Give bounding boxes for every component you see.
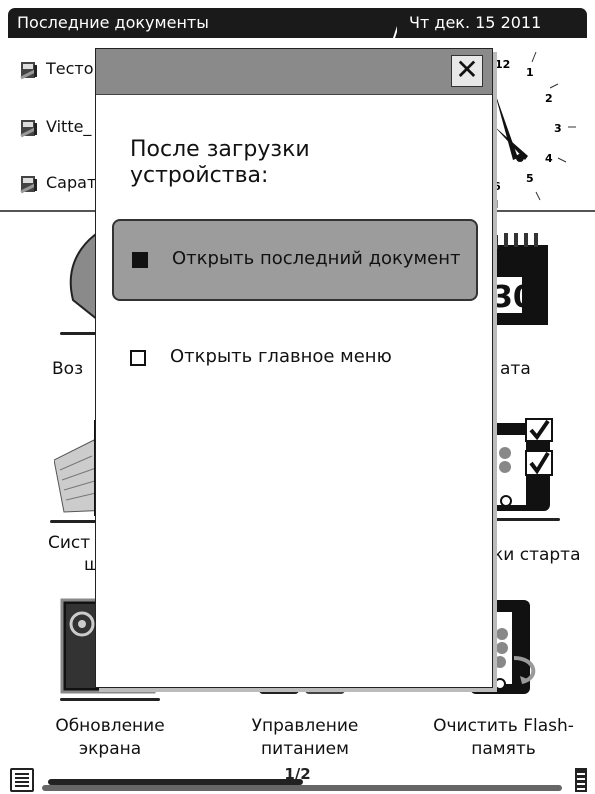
clock-numeral: 2	[545, 92, 553, 105]
clock-numeral: 12	[495, 58, 510, 71]
book-reader-icon	[20, 175, 37, 193]
tile-label-line1: Управление	[251, 716, 359, 736]
recent-document-item[interactable]: Vitte_	[18, 112, 91, 142]
tile-label-line1: Обновление	[55, 716, 165, 736]
close-button[interactable]: ✕	[451, 55, 483, 87]
document-title: Vitte_	[46, 117, 92, 136]
battery-status-icon	[575, 768, 587, 792]
startup-dialog: ✕ После загрузки устройства: Открыть пос…	[95, 48, 493, 688]
date-display: Чт дек. 15 2011	[395, 8, 587, 38]
document-title: Тесто	[46, 59, 94, 78]
calendar-number: 30	[492, 280, 534, 315]
page-indicator: 1/2	[284, 765, 311, 783]
dialog-header: ✕	[96, 49, 492, 95]
document-title: Сарат	[46, 173, 97, 192]
tile-label-line2: питанием	[261, 739, 349, 759]
recent-document-item[interactable]: Тесто	[18, 54, 94, 84]
tile-label: ата	[500, 359, 531, 379]
option-open-last-document[interactable]: Открыть последний документ	[112, 219, 478, 301]
option-open-main-menu[interactable]: Открыть главное меню	[112, 319, 478, 401]
clock-numeral: 5	[526, 172, 534, 185]
book-reader-icon	[20, 61, 37, 79]
option-label: Открыть последний документ	[172, 248, 461, 269]
checkbox-unchecked-icon[interactable]	[130, 350, 146, 366]
status-bar: Последние документы Чт дек. 15 2011	[0, 0, 595, 38]
dialog-title: После загрузки устройства:	[130, 137, 310, 188]
page-progress-track[interactable]	[42, 785, 562, 791]
tile-label-line2: экрана	[78, 739, 142, 759]
screen-title: Последние документы	[8, 8, 403, 38]
clock-numeral: 1	[526, 66, 534, 79]
recent-document-item[interactable]: Сарат	[18, 168, 96, 198]
clock-numeral: 4	[545, 152, 553, 165]
option-label: Открыть главное меню	[170, 346, 392, 367]
checklist-icon	[490, 418, 553, 511]
calendar-icon: 30	[490, 233, 548, 325]
clock-numeral: 3	[554, 122, 562, 135]
tile-label-line2: память	[471, 739, 536, 759]
tile-label-line1: Очистить Flash-	[433, 716, 574, 736]
checkbox-checked-icon[interactable]	[132, 252, 148, 268]
clock-numeral: 6	[493, 180, 501, 193]
tile-label: ки старта	[493, 545, 581, 565]
book-reader-icon	[20, 119, 37, 137]
bottom-bar: 1/2	[0, 765, 595, 793]
